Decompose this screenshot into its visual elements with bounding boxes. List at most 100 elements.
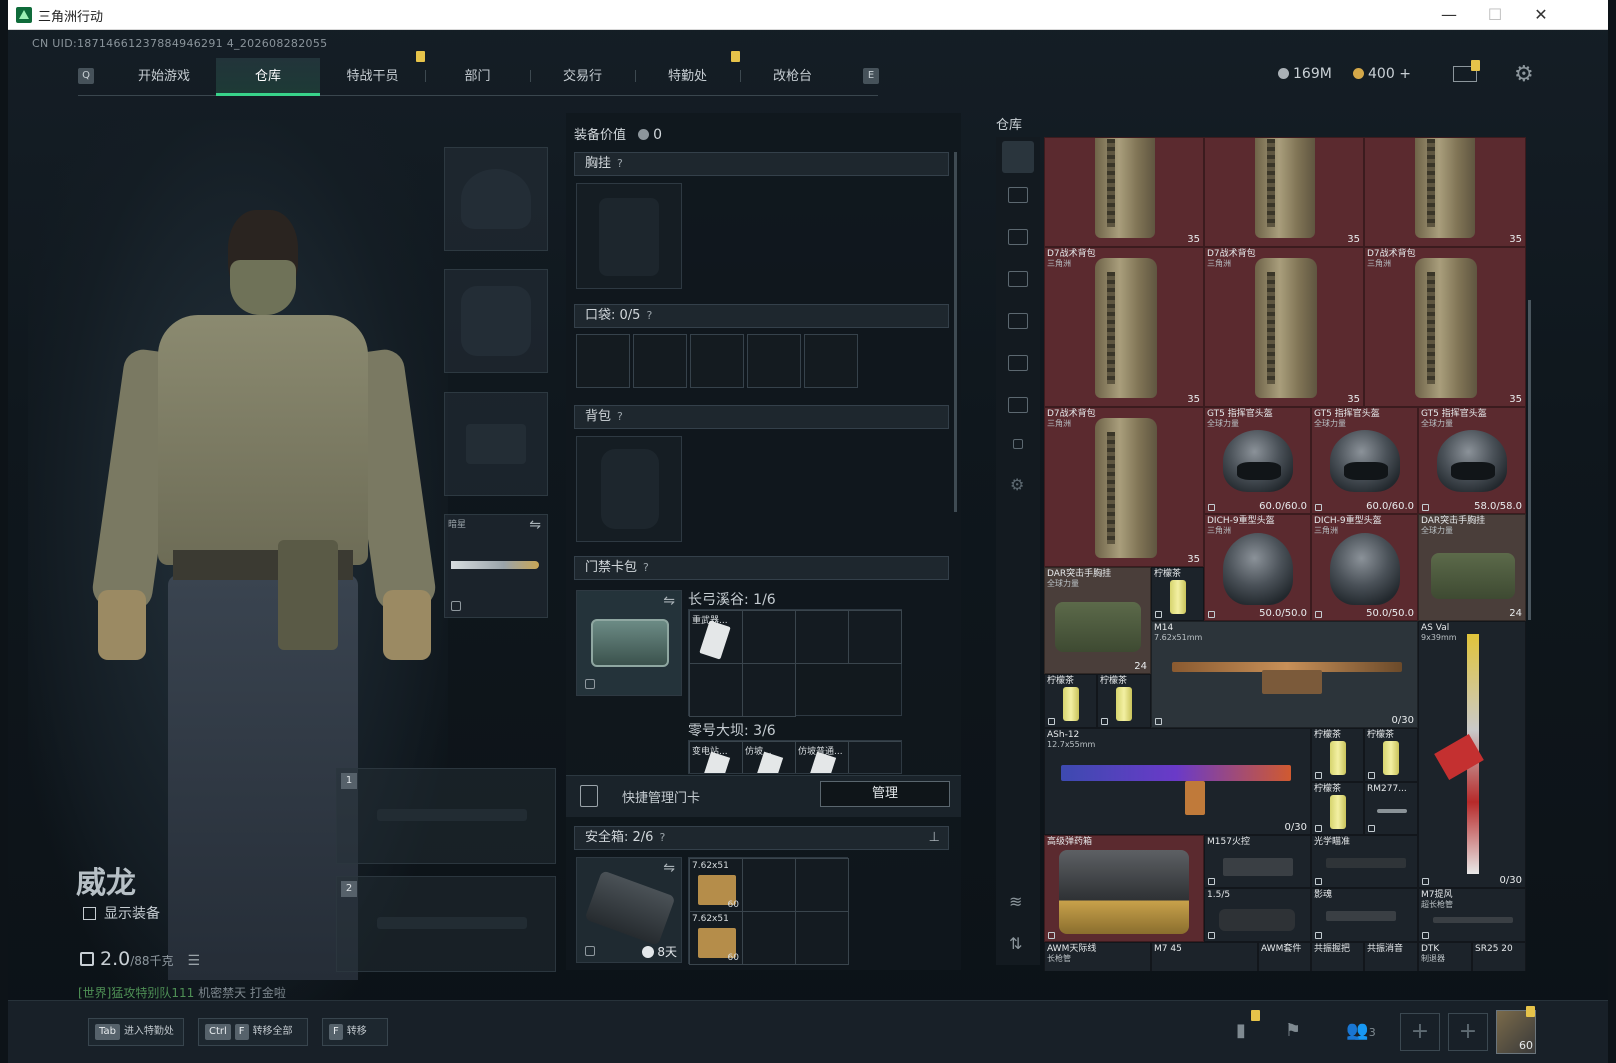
warehouse-item[interactable]: RM277... bbox=[1364, 782, 1418, 835]
warehouse-item[interactable]: SR25 20 bbox=[1472, 942, 1526, 971]
keycard-cell[interactable] bbox=[689, 663, 743, 717]
primary-weapon-slot-2[interactable]: 2 bbox=[336, 876, 556, 972]
backpack-slot[interactable] bbox=[576, 436, 682, 542]
warehouse-item[interactable]: 影魂 bbox=[1311, 888, 1418, 942]
safebox-cell[interactable] bbox=[795, 911, 849, 965]
safebox-cell[interactable] bbox=[795, 858, 849, 912]
tab-start-game[interactable]: 开始游戏 bbox=[112, 58, 216, 96]
settings-gear-icon[interactable]: ⚙ bbox=[1514, 62, 1534, 87]
warehouse-item[interactable]: 柠檬茶 bbox=[1044, 674, 1097, 728]
pocket-slot[interactable] bbox=[804, 334, 858, 388]
pocket-slot[interactable] bbox=[690, 334, 744, 388]
safebox-cell[interactable] bbox=[742, 858, 796, 912]
warehouse-item[interactable]: AS Val 9x39mm 0/30 bbox=[1418, 621, 1526, 888]
tab-special-service[interactable]: 特勤处 bbox=[635, 58, 740, 96]
keycard-cell[interactable] bbox=[742, 663, 796, 717]
hotkey-transfer-all[interactable]: Ctrl F 转移全部 bbox=[198, 1018, 308, 1046]
pocket-slot[interactable] bbox=[633, 334, 687, 388]
warehouse-item[interactable]: DAR突击手胸挂 全球力量 24 bbox=[1044, 567, 1151, 674]
chest-rig-slot[interactable] bbox=[576, 183, 682, 289]
warehouse-item[interactable]: ASh-12 12.7x55mm 0/30 bbox=[1044, 728, 1311, 835]
weight-list-icon[interactable]: ☰ bbox=[188, 953, 201, 969]
sort-icon[interactable]: ⇅ bbox=[1009, 934, 1022, 953]
chat-message[interactable]: [世界]猛攻特别队111 机密禁天 打金啦 bbox=[78, 984, 286, 1001]
keycard-cell[interactable]: 仿坡普通... bbox=[795, 741, 849, 773]
safebox-cell[interactable]: 7.62x51 60 bbox=[689, 911, 743, 965]
swap-icon[interactable]: ⇋ bbox=[529, 517, 541, 533]
tab-gunsmith[interactable]: 改枪台 bbox=[740, 58, 845, 96]
warehouse-item[interactable]: 柠檬茶 bbox=[1151, 567, 1204, 621]
warehouse-item[interactable]: M14 7.62x51mm 0/30 bbox=[1151, 621, 1418, 728]
hotkey-transfer[interactable]: F 转移 bbox=[322, 1018, 388, 1046]
warehouse-item[interactable]: DICH-9重型头盔 三角洲 50.0/50.0 bbox=[1311, 514, 1418, 621]
warehouse-item[interactable]: AWM天际线 长枪管 bbox=[1044, 942, 1151, 971]
storage-tab-6-icon[interactable] bbox=[1008, 397, 1028, 413]
storage-tab-1-icon[interactable] bbox=[1008, 187, 1028, 203]
warehouse-item[interactable]: 35 bbox=[1044, 137, 1204, 247]
warehouse-item[interactable]: 35 bbox=[1364, 137, 1526, 247]
warehouse-item[interactable]: AWM套件 bbox=[1258, 942, 1311, 971]
help-icon[interactable]: ? bbox=[659, 831, 665, 844]
help-icon[interactable]: ? bbox=[617, 157, 623, 170]
warehouse-item[interactable]: 光学瞄准 bbox=[1311, 835, 1418, 888]
locked-tab-icon[interactable] bbox=[1013, 439, 1023, 449]
tab-trade[interactable]: 交易行 bbox=[530, 58, 635, 96]
storage-tab-5-icon[interactable] bbox=[1008, 355, 1028, 371]
loadout-scrollbar[interactable] bbox=[954, 152, 957, 512]
helmet-slot[interactable] bbox=[444, 147, 548, 251]
maximize-button[interactable]: ☐ bbox=[1472, 0, 1518, 30]
warehouse-item[interactable]: 柠檬茶 bbox=[1311, 728, 1364, 782]
safebox-cell[interactable]: 7.62x51 60 bbox=[689, 858, 743, 912]
warehouse-item[interactable]: DTK 制退器 bbox=[1418, 942, 1472, 971]
tab-department[interactable]: 部门 bbox=[425, 58, 530, 96]
warehouse-item[interactable]: GT5 指挥官头盔 全球力量 58.0/58.0 bbox=[1418, 407, 1526, 514]
hotkey-enter-special[interactable]: Tab 进入特勤处 bbox=[88, 1018, 184, 1046]
checkbox-icon[interactable] bbox=[83, 907, 96, 920]
flag-icon[interactable]: ⚑ bbox=[1280, 1018, 1306, 1044]
warehouse-item[interactable]: DICH-9重型头盔 三角洲 50.0/50.0 bbox=[1204, 514, 1311, 621]
warehouse-item[interactable]: D7战术背包 三角洲 35 bbox=[1044, 247, 1204, 407]
warehouse-item[interactable]: 柠檬茶 bbox=[1364, 728, 1418, 782]
warehouse-home-icon[interactable] bbox=[1002, 141, 1034, 173]
add-gold-button[interactable]: + bbox=[1399, 66, 1411, 82]
character-model[interactable] bbox=[90, 210, 438, 980]
manage-button[interactable]: 管理 bbox=[820, 781, 950, 807]
warehouse-scrollbar[interactable] bbox=[1528, 300, 1531, 620]
help-icon[interactable]: ? bbox=[643, 561, 649, 574]
warehouse-item[interactable]: 柠檬茶 bbox=[1311, 782, 1364, 835]
keycard-case-slot[interactable]: ⇋ bbox=[576, 590, 682, 696]
warehouse-item[interactable]: 高级弹药箱 bbox=[1044, 835, 1204, 942]
keycard-cell[interactable] bbox=[848, 741, 901, 773]
warehouse-item[interactable]: 35 bbox=[1204, 137, 1364, 247]
warehouse-item[interactable]: M7提风 超长枪管 bbox=[1418, 888, 1526, 942]
storage-tab-3-icon[interactable] bbox=[1008, 271, 1028, 287]
warehouse-item[interactable]: 柠檬茶 bbox=[1097, 674, 1151, 728]
pocket-slot[interactable] bbox=[747, 334, 801, 388]
primary-weapon-slot-1[interactable]: 1 bbox=[336, 768, 556, 864]
warehouse-item[interactable]: DAR突击手胸挂 全球力量 24 bbox=[1418, 514, 1526, 621]
storage-tab-2-icon[interactable] bbox=[1008, 229, 1028, 245]
help-icon[interactable]: ? bbox=[617, 410, 623, 423]
add-teammate-button[interactable]: + bbox=[1400, 1013, 1440, 1051]
nav-right-key[interactable]: E bbox=[863, 68, 879, 84]
add-teammate-button[interactable]: + bbox=[1448, 1013, 1488, 1051]
storage-settings-icon[interactable]: ⚙ bbox=[1010, 475, 1024, 494]
nav-left-key[interactable]: Q bbox=[78, 68, 94, 84]
warehouse-item[interactable]: GT5 指挥官头盔 全球力量 60.0/60.0 bbox=[1204, 407, 1311, 514]
warehouse-item[interactable]: GT5 指挥官头盔 全球力量 60.0/60.0 bbox=[1311, 407, 1418, 514]
show-equip-toggle[interactable]: 显示装备 bbox=[83, 903, 160, 923]
team-members[interactable]: 👥3 bbox=[1336, 1018, 1386, 1044]
warehouse-item[interactable]: D7战术背包 三角洲 35 bbox=[1364, 247, 1526, 407]
pin-icon[interactable]: ⊥ bbox=[929, 827, 940, 849]
tab-operators[interactable]: 特战干员 bbox=[320, 58, 425, 96]
warehouse-item[interactable]: 共振消音 bbox=[1364, 942, 1418, 971]
pocket-slot[interactable] bbox=[576, 334, 630, 388]
help-icon[interactable]: ? bbox=[646, 309, 652, 322]
keycard-cell[interactable] bbox=[848, 610, 902, 664]
armor-slot[interactable] bbox=[444, 269, 548, 373]
pistol-slot[interactable] bbox=[444, 392, 548, 496]
safebox-cell[interactable] bbox=[742, 911, 796, 965]
keycard-cell[interactable]: 重武器... bbox=[689, 610, 743, 664]
keycard-cell[interactable] bbox=[795, 610, 849, 664]
keycard-cell[interactable]: 变电站... bbox=[689, 741, 743, 773]
